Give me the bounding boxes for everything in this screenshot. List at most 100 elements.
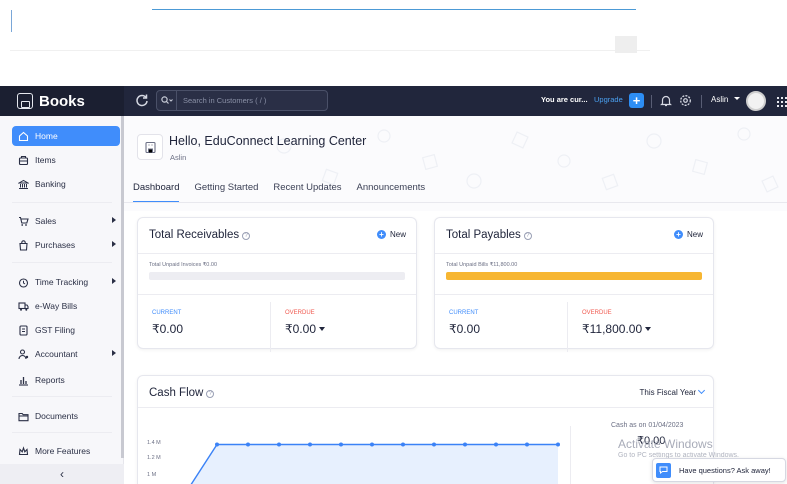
dashboard-tabs: Dashboard Getting Started Recent Updates…: [133, 181, 440, 203]
header-separator: [701, 95, 702, 108]
payables-overdue-value[interactable]: ₹11,800.00: [582, 322, 652, 336]
sidebar-item-label: Documents: [35, 411, 78, 421]
payables-progress-fill: [446, 272, 702, 280]
sidebar-item-label: Purchases: [35, 240, 76, 250]
plus-circle-icon: +: [673, 230, 683, 239]
global-search[interactable]: [156, 90, 328, 111]
search-icon[interactable]: [157, 91, 177, 110]
chevron-right-icon: [112, 217, 116, 223]
tab-recent-updates[interactable]: Recent Updates: [273, 181, 341, 203]
sidebar-item-reports[interactable]: Reports: [12, 370, 120, 390]
sidebar-item-banking[interactable]: Banking: [12, 174, 120, 194]
placeholder-box: [615, 36, 637, 53]
accountant-icon: [18, 348, 29, 360]
sidebar-item-label: Sales: [35, 216, 57, 226]
sidebar-item-label: Reports: [35, 375, 65, 385]
avatar[interactable]: [746, 91, 766, 111]
tabs-divider: [124, 202, 787, 203]
faint-divider: [10, 50, 650, 51]
sidebar-collapse-button[interactable]: ‹: [0, 464, 124, 484]
sidebar-item-label: GST Filing: [35, 325, 75, 335]
sidebar-divider: [12, 432, 112, 433]
search-input[interactable]: [177, 96, 317, 105]
help-chat-label: Have questions? Ask away!: [679, 465, 771, 475]
cash-flow-point[interactable]: [215, 442, 219, 447]
greeting-subtitle: Aslin: [170, 153, 187, 162]
bell-icon[interactable]: [660, 94, 672, 107]
cash-flow-point[interactable]: [339, 442, 343, 447]
sidebar-item-items[interactable]: Items: [12, 150, 120, 170]
plus-icon[interactable]: +: [629, 93, 644, 108]
refresh-icon[interactable]: [135, 93, 149, 107]
payables-card: Total Payables? + New Total Unpaid Bills …: [434, 217, 714, 352]
cash-flow-point[interactable]: [370, 442, 374, 447]
sidebar-item-gst-filing[interactable]: GST Filing: [12, 320, 120, 340]
sidebar-item-documents[interactable]: Documents: [12, 406, 120, 426]
card-divider: [435, 253, 713, 254]
cash-flow-point[interactable]: [401, 442, 405, 447]
sidebar-item-label: Items: [35, 155, 56, 165]
chevron-down-icon: [319, 327, 325, 331]
sidebar-item-eway-bills[interactable]: e-Way Bills: [12, 296, 120, 316]
cash-flow-point[interactable]: [494, 442, 498, 447]
trial-notice: You are cur...: [541, 95, 588, 104]
cash-flow-area: [191, 444, 558, 484]
cash-flow-point[interactable]: [525, 442, 529, 447]
new-invoice-button[interactable]: + New: [376, 230, 406, 239]
cash-flow-point[interactable]: [308, 442, 312, 447]
cash-flow-card: Cash Flow? This Fiscal Year 1.4 M 1.2 M …: [137, 375, 714, 484]
gear-icon[interactable]: [679, 94, 692, 107]
reports-icon: [18, 375, 29, 386]
unpaid-bills-label: Total Unpaid Bills ₹11,800.00: [446, 262, 518, 268]
new-bill-button[interactable]: + New: [673, 230, 703, 239]
sidebar-divider: [12, 396, 112, 397]
sidebar-item-label: Home: [35, 131, 58, 141]
books-logo-icon: [17, 93, 33, 109]
cash-flow-point[interactable]: [432, 442, 436, 447]
help-icon[interactable]: ?: [242, 232, 251, 240]
tab-announcements[interactable]: Announcements: [357, 181, 426, 203]
organization-icon: [137, 134, 163, 160]
browser-blank-area: [0, 0, 787, 86]
user-name: Aslin: [711, 95, 729, 104]
user-menu[interactable]: Aslin: [711, 95, 740, 104]
receivables-overdue-value[interactable]: ₹0.00: [285, 322, 325, 336]
sidebar-item-home[interactable]: Home: [12, 126, 120, 146]
sidebar-item-sales[interactable]: Sales: [12, 211, 120, 231]
sidebar-item-label: e-Way Bills: [35, 301, 78, 311]
sidebar-item-time-tracking[interactable]: Time Tracking: [12, 272, 120, 292]
unpaid-invoices-label: Total Unpaid Invoices ₹0.00: [149, 262, 218, 268]
cash-flow-point[interactable]: [556, 442, 560, 447]
items-icon: [18, 155, 29, 166]
chevron-left-icon: ‹: [60, 467, 64, 481]
activation-watermark-title: Activate Windows: [618, 437, 713, 451]
cash-flow-point[interactable]: [246, 442, 250, 447]
sidebar-item-more-features[interactable]: More Features: [12, 441, 120, 461]
app-header: Books You are cur... Upgrade + Aslin: [0, 86, 787, 116]
tab-dashboard[interactable]: Dashboard: [133, 181, 180, 203]
help-icon[interactable]: ?: [523, 232, 532, 240]
chevron-right-icon: [112, 241, 116, 247]
sidebar-item-purchases[interactable]: Purchases: [12, 235, 120, 255]
tab-getting-started[interactable]: Getting Started: [194, 181, 258, 203]
crown-icon: [18, 445, 29, 457]
apps-grid-icon[interactable]: [777, 95, 787, 107]
cash-flow-point[interactable]: [463, 442, 467, 447]
brand[interactable]: Books: [0, 86, 124, 116]
help-chat-button[interactable]: Have questions? Ask away!: [652, 458, 786, 482]
filing-icon: [18, 324, 29, 336]
brand-label: Books: [39, 92, 85, 110]
sidebar-item-label: Accountant: [35, 349, 78, 359]
sidebar-item-accountant[interactable]: Accountant: [12, 344, 120, 364]
overdue-amount: ₹11,800.00: [582, 322, 643, 336]
cash-flow-point[interactable]: [277, 442, 281, 447]
bank-icon: [18, 179, 29, 190]
app-window: Books You are cur... Upgrade + Aslin: [0, 0, 787, 484]
sidebar-item-label: More Features: [35, 446, 91, 456]
upgrade-link[interactable]: Upgrade: [594, 95, 623, 104]
sidebar-divider: [12, 262, 112, 263]
top-divider: [152, 9, 636, 10]
column-separator: [270, 302, 271, 352]
header-separator: [651, 95, 652, 108]
cart-icon: [18, 216, 29, 227]
